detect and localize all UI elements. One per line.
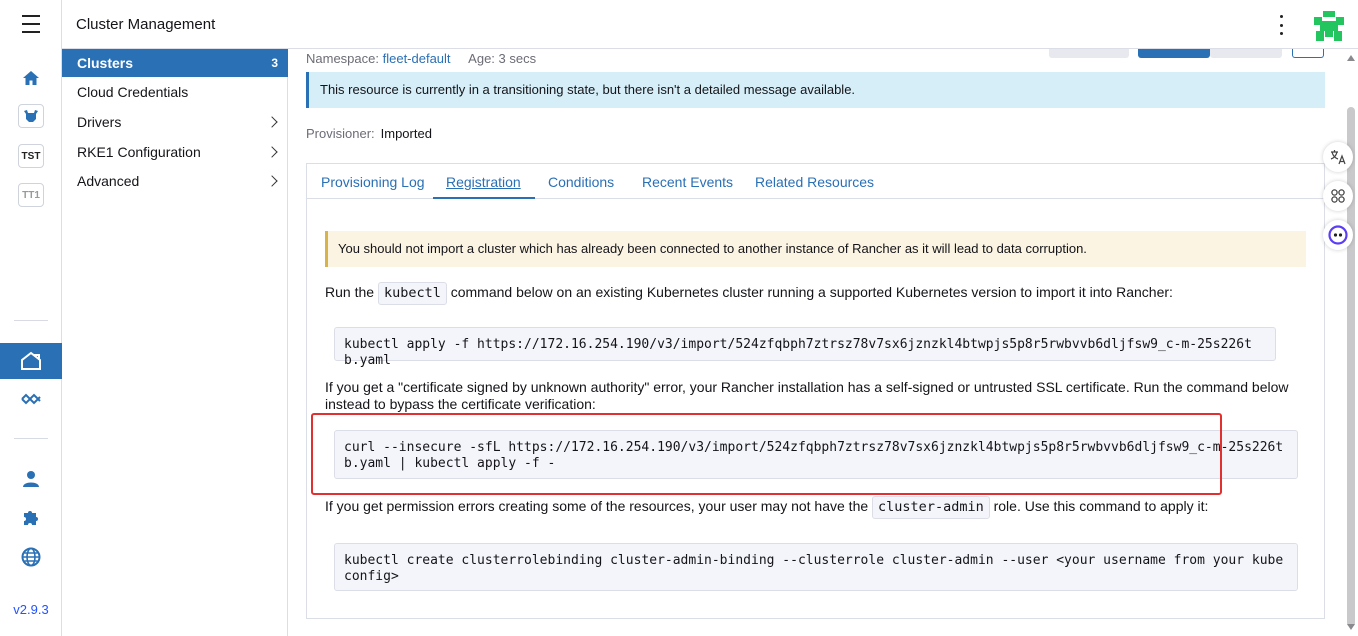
main-content: Namespace: fleet-default Age: 3 secs Thi… — [288, 49, 1344, 636]
chevron-right-icon — [266, 146, 278, 158]
active-tab-indicator — [433, 197, 535, 199]
cluster-tst-icon[interactable]: TST — [0, 143, 62, 169]
namespace-link[interactable]: fleet-default — [383, 51, 451, 66]
clusterrolebinding-command[interactable]: kubectl create clusterrolebinding cluste… — [334, 543, 1298, 591]
nav-item-label: RKE1 Configuration — [77, 144, 201, 160]
annotation-highlight-box — [311, 413, 1222, 495]
apps-grid-icon[interactable] — [1323, 181, 1353, 211]
insecure-instruction: If you get a "certificate signed by unkn… — [325, 379, 1289, 412]
age-text: Age: 3 secs — [468, 51, 537, 66]
header-button[interactable] — [1138, 49, 1210, 58]
perm-text-post: role. Use this command to apply it: — [993, 498, 1209, 514]
vertical-scrollbar[interactable] — [1344, 49, 1358, 636]
tab-related-resources[interactable]: Related Resources — [755, 174, 874, 190]
tab-bar: Provisioning Log Registration Conditions… — [307, 164, 1324, 199]
header-button[interactable] — [1292, 49, 1324, 58]
run-text-pre: Run the — [325, 284, 375, 300]
icon-rail: TST TT1 v2.9.3 — [0, 0, 62, 636]
nav-count-badge: 3 — [271, 56, 278, 70]
nav-rke1-configuration[interactable]: RKE1 Configuration — [62, 138, 288, 166]
cluster-tst-label: TST — [18, 144, 44, 168]
nav-cloud-credentials[interactable]: Cloud Credentials — [62, 78, 288, 106]
page-title: Cluster Management — [76, 16, 216, 33]
nav-advanced[interactable]: Advanced — [62, 167, 288, 195]
kubectl-apply-command[interactable]: kubectl apply -f https://172.16.254.190/… — [334, 327, 1276, 368]
resource-meta: Namespace: fleet-default Age: 3 secs — [306, 51, 536, 66]
tab-provisioning-log[interactable]: Provisioning Log — [321, 174, 425, 190]
provisioner-row: Provisioner: Imported — [306, 126, 432, 141]
continuous-delivery-icon[interactable] — [0, 390, 62, 408]
permission-instruction: If you get permission errors creating so… — [325, 496, 1310, 519]
perm-text-pre: If you get permission errors creating so… — [325, 498, 869, 514]
nav-item-label: Drivers — [77, 114, 122, 130]
translate-icon[interactable] — [1323, 142, 1353, 172]
home-icon[interactable] — [0, 66, 62, 90]
run-text-post: command below on an existing Kubernetes … — [450, 284, 1173, 300]
nav-item-label: Cloud Credentials — [77, 84, 189, 100]
nav-item-label: Advanced — [77, 173, 140, 189]
assistant-icon[interactable] — [1323, 220, 1353, 250]
namespace-label: Namespace: — [306, 51, 379, 66]
cluster-tt1-icon[interactable]: TT1 — [0, 182, 62, 208]
chevron-right-icon — [266, 116, 278, 128]
side-navigation: Clusters 3 Cloud Credentials Drivers RKE… — [62, 49, 288, 636]
nav-item-label: Clusters — [77, 55, 134, 71]
warning-banner: You should not import a cluster which ha… — [325, 231, 1306, 267]
top-header: Cluster Management — [62, 0, 1358, 49]
tab-conditions[interactable]: Conditions — [548, 174, 614, 190]
scroll-up-icon[interactable] — [1347, 55, 1355, 61]
app-version[interactable]: v2.9.3 — [0, 602, 62, 617]
rail-divider — [14, 438, 48, 439]
rail-divider — [14, 320, 48, 321]
detail-tabs-panel: Provisioning Log Registration Conditions… — [306, 163, 1325, 619]
nav-clusters[interactable]: Clusters 3 — [62, 49, 288, 77]
extensions-icon[interactable] — [0, 507, 62, 527]
header-button[interactable] — [1049, 49, 1129, 58]
header-button[interactable] — [1210, 49, 1282, 58]
inline-code-cluster-admin: cluster-admin — [872, 496, 990, 519]
user-avatar[interactable] — [1312, 9, 1346, 43]
provisioner-value: Imported — [380, 126, 432, 141]
more-options-icon[interactable] — [1274, 15, 1288, 35]
provisioner-label: Provisioner: — [306, 126, 375, 141]
menu-icon[interactable] — [0, 12, 62, 36]
tab-recent-events[interactable]: Recent Events — [642, 174, 733, 190]
cluster-tt1-label: TT1 — [18, 183, 44, 207]
status-banner: This resource is currently in a transiti… — [306, 72, 1325, 108]
tab-registration[interactable]: Registration — [446, 174, 521, 190]
globe-icon[interactable] — [0, 546, 62, 568]
cluster-management-icon[interactable] — [0, 343, 62, 379]
run-instruction: Run the kubectl command below on an exis… — [325, 282, 1310, 305]
nav-drivers[interactable]: Drivers — [62, 108, 288, 136]
cluster-local-icon[interactable] — [0, 103, 62, 129]
chevron-right-icon — [266, 175, 278, 187]
user-icon[interactable] — [0, 469, 62, 489]
inline-code-kubectl: kubectl — [377, 282, 447, 305]
scroll-down-icon[interactable] — [1347, 624, 1355, 630]
